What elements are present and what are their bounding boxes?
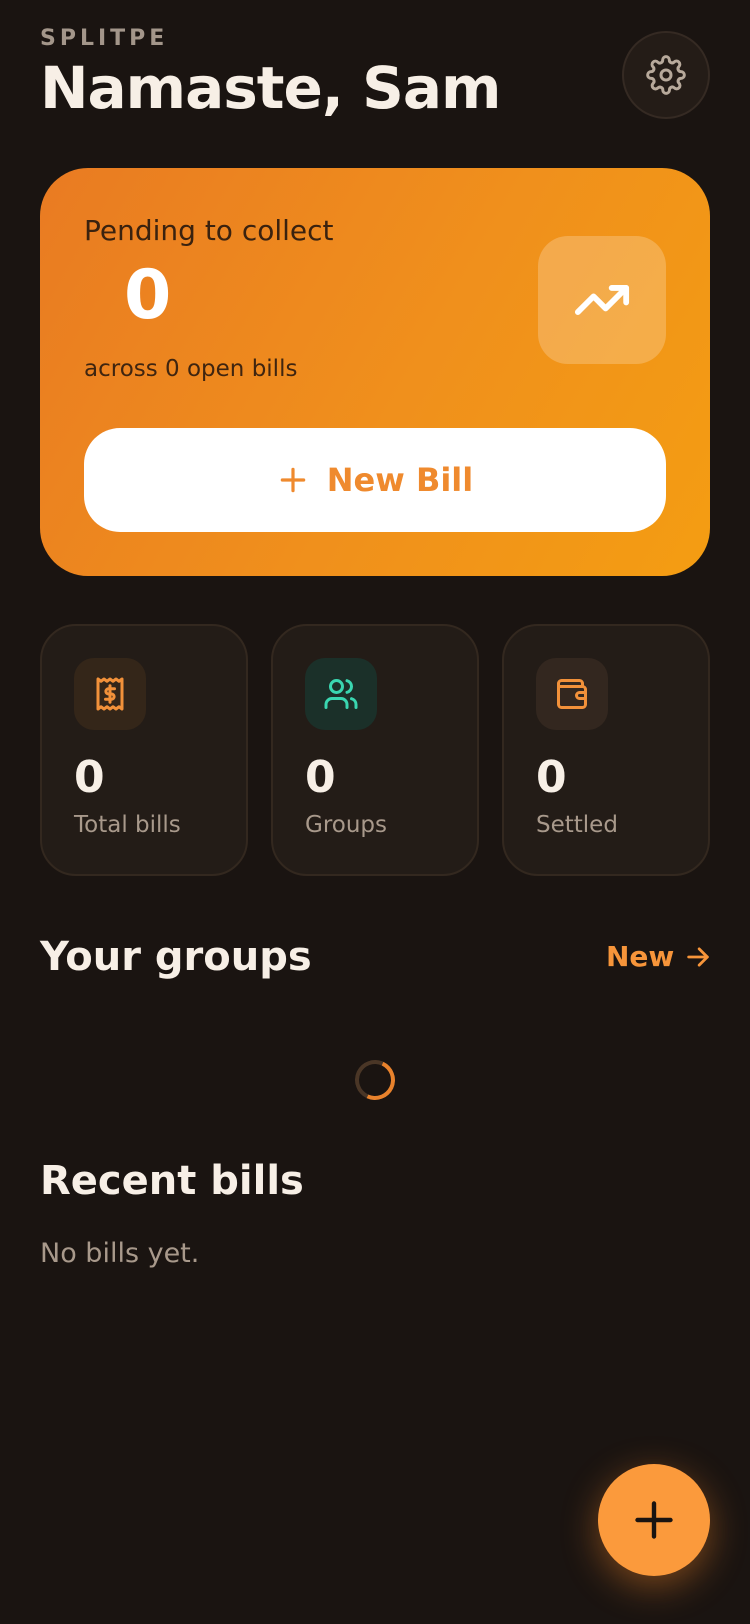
add-fab-button[interactable]: [598, 1464, 710, 1576]
new-group-link[interactable]: New: [606, 940, 712, 973]
trend-badge: [538, 236, 666, 364]
stat-icon-badge: [536, 658, 608, 730]
pending-amount: 0: [124, 256, 172, 335]
stat-icon-badge: [305, 658, 377, 730]
wallet-icon: [557, 679, 587, 709]
total-bills-value: 0: [74, 752, 105, 803]
receipt-icon: [96, 677, 124, 711]
trending-up-icon: [574, 285, 630, 315]
new-bill-label: New Bill: [326, 461, 474, 499]
arrow-right-icon: [687, 946, 710, 967]
open-bills-summary: across 0 open bills: [84, 356, 298, 382]
stat-icon-badge: [74, 658, 146, 730]
new-group-label: New: [606, 940, 675, 973]
settled-value: 0: [536, 752, 567, 803]
gear-icon: [646, 55, 686, 95]
no-bills-message: No bills yet.: [40, 1238, 200, 1269]
stats-row: 0 Total bills 0 Groups 0 Settled: [40, 624, 710, 876]
app-brand: SPLITPE: [40, 26, 169, 51]
settled-label: Settled: [536, 812, 618, 838]
home-screen: SPLITPE Namaste, Sam Pending to collect …: [0, 0, 750, 1624]
total-bills-label: Total bills: [74, 812, 181, 838]
pending-summary-card: Pending to collect 0 across 0 open bills…: [40, 168, 710, 576]
stat-card-groups: 0 Groups: [271, 624, 479, 876]
greeting-title: Namaste, Sam: [40, 54, 501, 122]
pending-label: Pending to collect: [84, 214, 334, 247]
stat-card-total-bills: 0 Total bills: [40, 624, 248, 876]
stat-card-settled: 0 Settled: [502, 624, 710, 876]
loading-spinner: [349, 1054, 401, 1106]
settings-button[interactable]: [622, 31, 710, 119]
groups-section-title: Your groups: [40, 934, 312, 980]
plus-icon: [280, 467, 306, 493]
groups-value: 0: [305, 752, 336, 803]
groups-label: Groups: [305, 812, 388, 838]
plus-icon: [635, 1501, 673, 1539]
recent-bills-title: Recent bills: [40, 1158, 304, 1204]
new-bill-button[interactable]: New Bill: [84, 428, 666, 532]
users-icon: [324, 679, 358, 709]
